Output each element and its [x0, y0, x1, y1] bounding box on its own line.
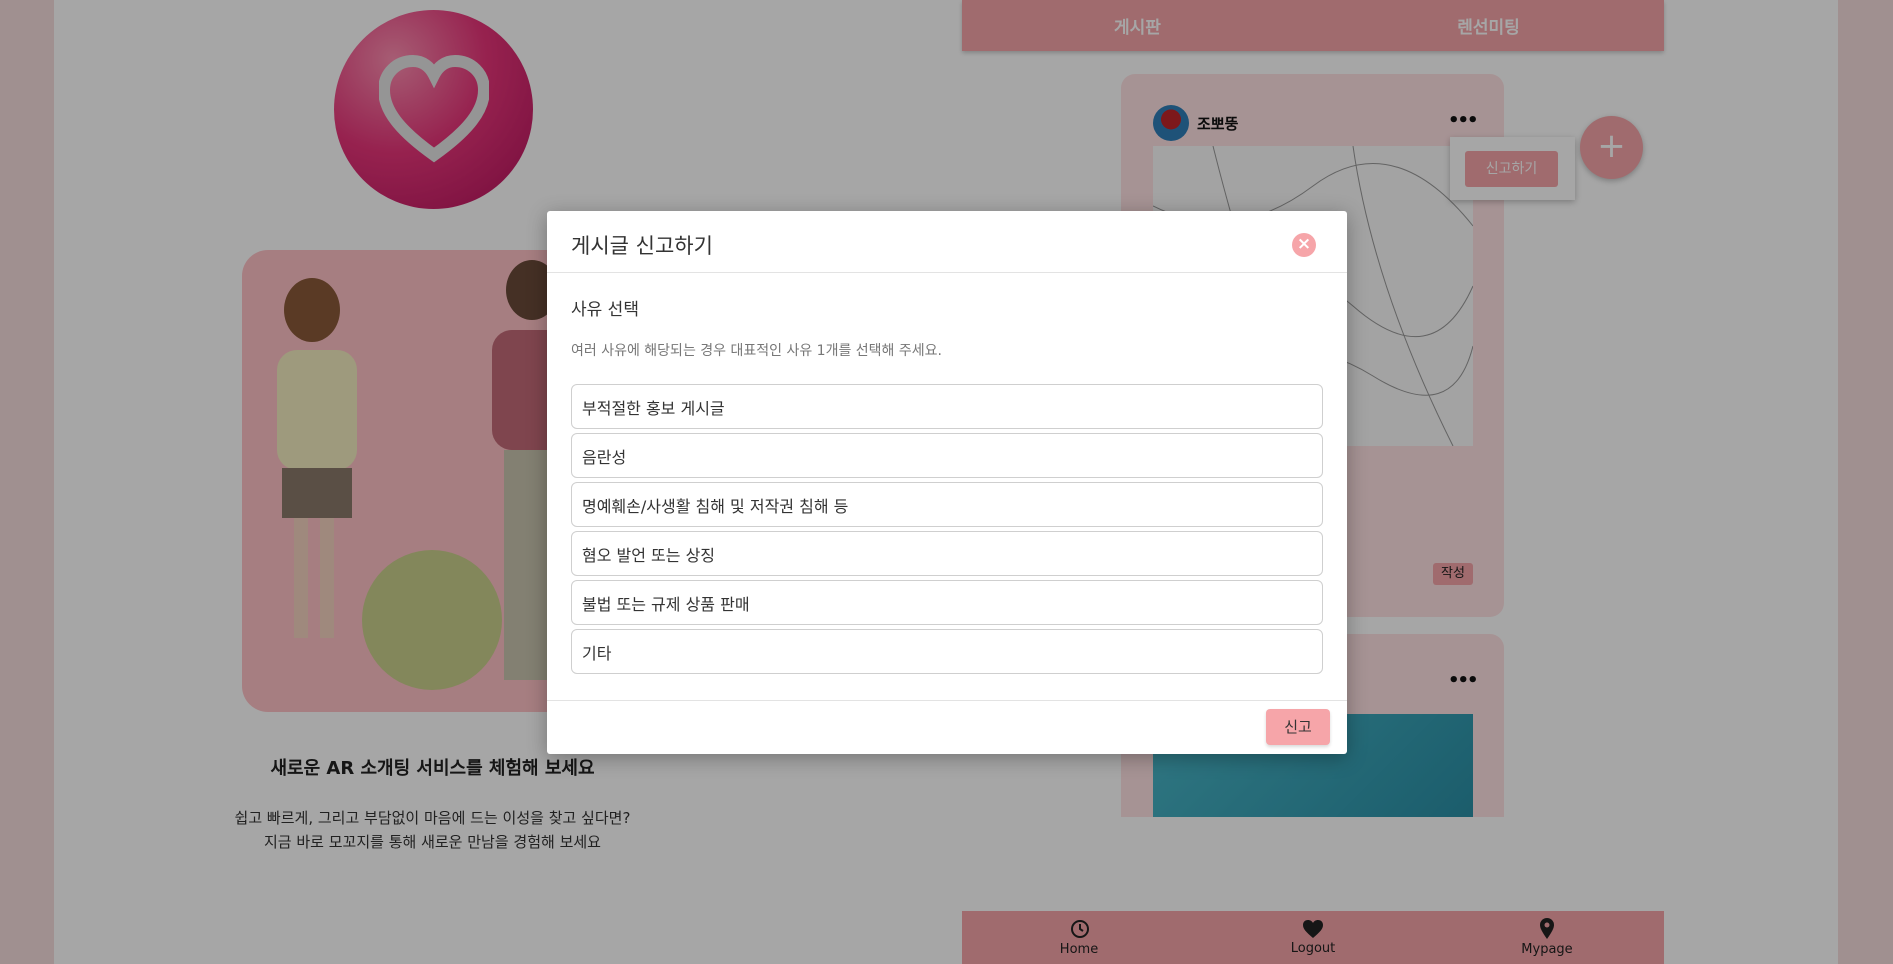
modal-body: 사유 선택 여러 사유에 해당되는 경우 대표적인 사유 1개를 선택해 주세요…: [571, 273, 1323, 678]
report-modal: 게시글 신고하기 × 사유 선택 여러 사유에 해당되는 경우 대표적인 사유 …: [547, 211, 1347, 754]
reason-option[interactable]: 기타: [571, 629, 1323, 674]
reason-option[interactable]: 음란성: [571, 433, 1323, 478]
reason-option[interactable]: 명예훼손/사생활 침해 및 저작권 침해 등: [571, 482, 1323, 527]
reason-option[interactable]: 혐오 발언 또는 상징: [571, 531, 1323, 576]
section-title: 사유 선택: [571, 300, 639, 320]
modal-header: 게시글 신고하기 ×: [547, 211, 1347, 273]
reason-option[interactable]: 불법 또는 규제 상품 판매: [571, 580, 1323, 625]
reason-option[interactable]: 부적절한 홍보 게시글: [571, 384, 1323, 429]
reason-list: 부적절한 홍보 게시글 음란성 명예훼손/사생활 침해 및 저작권 침해 등 혐…: [571, 384, 1323, 674]
reason-hint: 여러 사유에 해당되는 경우 대표적인 사유 1개를 선택해 주세요.: [571, 343, 942, 359]
close-icon[interactable]: ×: [1292, 233, 1316, 257]
modal-footer: [547, 700, 1347, 754]
modal-title: 게시글 신고하기: [571, 234, 713, 258]
submit-report-button[interactable]: 신고: [1266, 709, 1330, 745]
